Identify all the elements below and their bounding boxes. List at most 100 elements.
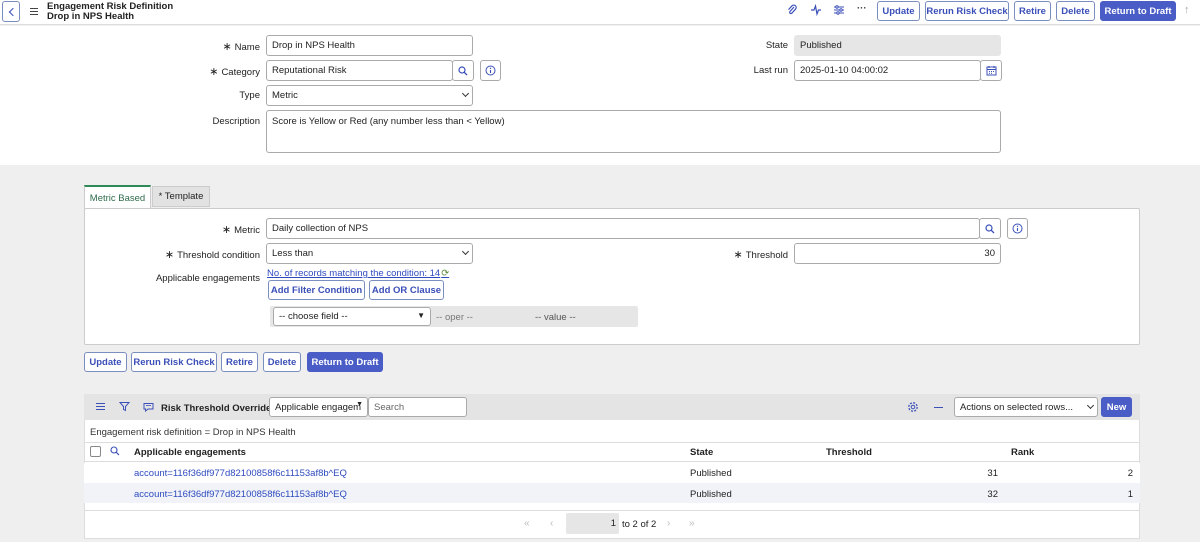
- search-icon: [985, 223, 995, 233]
- activity-icon[interactable]: [810, 3, 822, 17]
- return-to-draft-button[interactable]: Return to Draft: [1100, 1, 1176, 21]
- tab-template[interactable]: * Template: [152, 186, 210, 207]
- records-matching-link[interactable]: No. of records matching the condition: 1…: [267, 268, 449, 279]
- gear-icon[interactable]: [907, 401, 919, 416]
- column-applicable-engagements[interactable]: Applicable engagements: [134, 447, 246, 458]
- threshold-condition-select[interactable]: Less than: [266, 243, 473, 264]
- chevron-down-icon: [461, 247, 470, 256]
- page-number-input[interactable]: 1: [566, 513, 619, 534]
- category-field[interactable]: Reputational Risk: [266, 60, 453, 81]
- delete-button[interactable]: Delete: [1056, 1, 1095, 21]
- metric-lookup-button[interactable]: [979, 218, 1001, 239]
- description-label: Description: [212, 116, 260, 127]
- chevron-down-icon: [1086, 401, 1095, 410]
- operator-placeholder: -- oper --: [436, 312, 473, 323]
- column-state[interactable]: State: [690, 447, 713, 458]
- page-number-value: 1: [610, 518, 616, 529]
- info-icon: [485, 65, 496, 76]
- metric-field[interactable]: Daily collection of NPS: [266, 218, 980, 239]
- first-page-icon[interactable]: «: [524, 518, 530, 529]
- threshold-label: ∗ Threshold: [733, 249, 788, 261]
- choose-field-value: -- choose field --: [279, 311, 348, 322]
- description-text: Score is Yellow or Red (any number less …: [272, 116, 505, 127]
- last-page-icon[interactable]: »: [689, 518, 695, 529]
- state-field: Published: [794, 35, 1001, 56]
- rerun-risk-check-button[interactable]: Rerun Risk Check: [925, 1, 1009, 21]
- value-placeholder: -- value --: [535, 312, 576, 323]
- category-info-button[interactable]: [480, 60, 501, 81]
- state-label: State: [765, 40, 788, 51]
- add-or-clause-button[interactable]: Add OR Clause: [369, 280, 444, 300]
- list-menu-icon[interactable]: [96, 403, 105, 410]
- name-field[interactable]: Drop in NPS Health: [266, 35, 473, 56]
- add-filter-condition-button[interactable]: Add Filter Condition: [268, 280, 365, 300]
- row-rank: 2: [1127, 468, 1133, 479]
- category-lookup-button[interactable]: [452, 60, 474, 81]
- hamburger-menu-icon[interactable]: [30, 8, 38, 15]
- list-breadcrumb: Engagement risk definition = Drop in NPS…: [90, 427, 296, 438]
- records-matching-text: No. of records matching the condition: 1…: [267, 268, 441, 279]
- chevron-down-icon: [461, 89, 470, 98]
- row-threshold: 32: [987, 489, 998, 500]
- metric-label: ∗ Metric: [221, 224, 260, 236]
- tab-metric-based[interactable]: Metric Based: [84, 185, 151, 209]
- row-state: Published: [690, 468, 732, 479]
- return-to-draft-button-bottom[interactable]: Return to Draft: [307, 352, 383, 372]
- update-button-bottom[interactable]: Update: [84, 352, 127, 372]
- row-rank: 1: [1127, 489, 1133, 500]
- chevron-left-icon: [8, 7, 17, 16]
- calendar-button[interactable]: [980, 60, 1002, 81]
- threshold-condition-value: Less than: [272, 248, 314, 259]
- collapse-icon[interactable]: [934, 407, 943, 409]
- choose-field-select[interactable]: -- choose field -- ▼: [273, 307, 431, 326]
- select-all-checkbox[interactable]: [90, 446, 101, 457]
- last-run-field[interactable]: 2025-01-10 04:00:02: [794, 60, 981, 81]
- column-threshold[interactable]: Threshold: [826, 447, 872, 458]
- search-icon: [458, 65, 468, 75]
- back-button[interactable]: [2, 1, 20, 22]
- settings-sliders-icon[interactable]: [833, 4, 845, 16]
- threshold-value: 30: [984, 248, 995, 259]
- update-button[interactable]: Update: [877, 1, 920, 21]
- filter-icon[interactable]: [118, 401, 131, 415]
- row-threshold: 31: [987, 468, 998, 479]
- actions-select-value: Actions on selected rows...: [960, 401, 1073, 413]
- applicable-engagements-label: Applicable engagements: [155, 273, 260, 284]
- column-rank[interactable]: Rank: [1011, 447, 1034, 458]
- column-search-icon[interactable]: [110, 446, 120, 459]
- rerun-risk-check-button-bottom[interactable]: Rerun Risk Check: [131, 352, 217, 372]
- last-run-label: Last run: [753, 65, 788, 76]
- search-field-value: Applicable engagem: [275, 401, 362, 413]
- next-page-icon[interactable]: ›: [667, 518, 670, 529]
- refresh-icon: ⟳: [441, 268, 450, 279]
- chat-icon[interactable]: [143, 402, 154, 415]
- search-field-select[interactable]: Applicable engagem ▼: [269, 397, 368, 417]
- tab-template-label: * Template: [158, 191, 204, 202]
- previous-page-icon[interactable]: ‹: [550, 518, 553, 529]
- engagement-link[interactable]: account=116f36df977d82100858f6c11153af8b…: [134, 489, 347, 500]
- caret-down-icon: ▼: [417, 311, 425, 320]
- new-button[interactable]: New: [1101, 397, 1132, 417]
- threshold-field[interactable]: 30: [794, 243, 1001, 264]
- scroll-top-arrow-icon[interactable]: ↑: [1184, 4, 1190, 16]
- retire-button-bottom[interactable]: Retire: [221, 352, 258, 372]
- type-label: Type: [239, 90, 260, 101]
- type-select[interactable]: Metric: [266, 85, 473, 106]
- description-textarea[interactable]: Score is Yellow or Red (any number less …: [266, 110, 1001, 153]
- tab-metric-based-label: Metric Based: [89, 192, 146, 204]
- search-placeholder: Search: [374, 401, 405, 413]
- more-options-icon[interactable]: ···: [857, 3, 867, 14]
- delete-button-bottom[interactable]: Delete: [263, 352, 301, 372]
- retire-button[interactable]: Retire: [1014, 1, 1051, 21]
- actions-select[interactable]: Actions on selected rows...: [954, 397, 1098, 417]
- category-label: ∗ Category: [209, 66, 260, 78]
- calendar-icon: [986, 66, 996, 76]
- engagement-link[interactable]: account=116f36df977d82100858f6c11153af8b…: [134, 468, 347, 479]
- search-input[interactable]: Search: [368, 397, 467, 417]
- pagination-range: to 2 of 2: [622, 519, 657, 530]
- attachment-icon[interactable]: [787, 4, 797, 16]
- metric-info-button[interactable]: [1007, 218, 1028, 239]
- row-state: Published: [690, 489, 732, 500]
- threshold-condition-label: ∗ Threshold condition: [164, 249, 260, 261]
- info-icon: [1012, 223, 1023, 234]
